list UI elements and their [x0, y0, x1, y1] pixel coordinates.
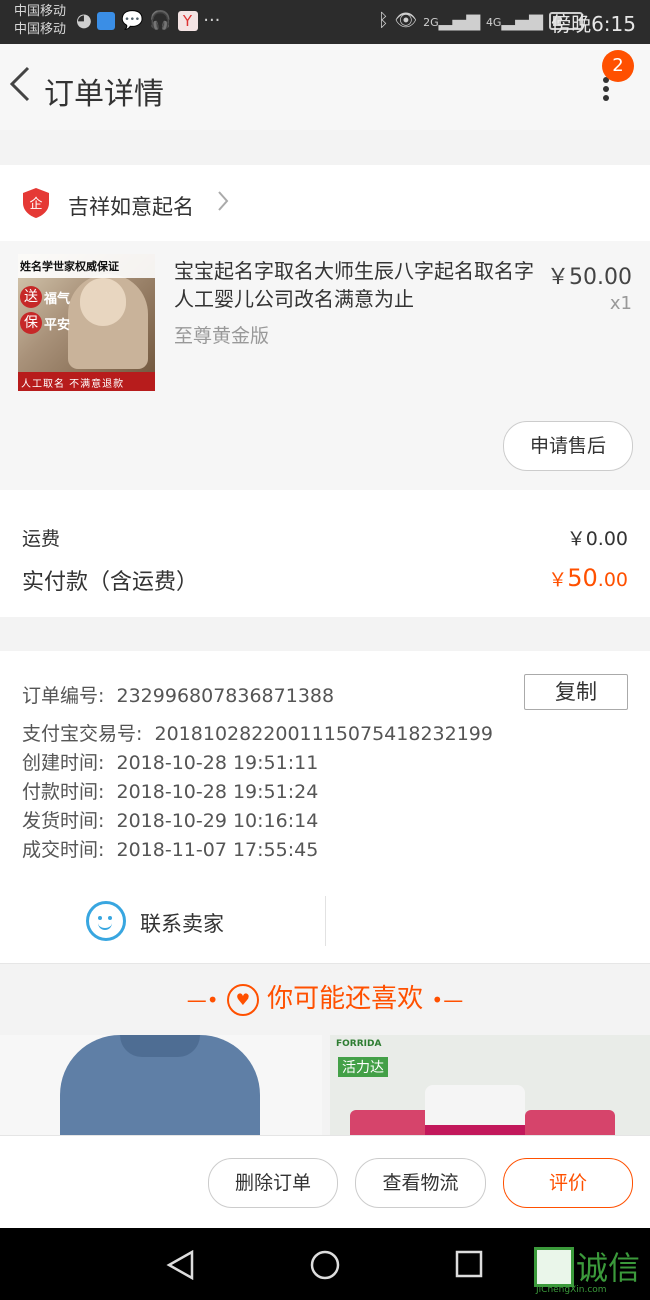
recommend-title-row: —• ♥ 你可能还喜欢 •— — [0, 978, 650, 1016]
paid-time-row: 付款时间: 2018-10-28 19:51:24 — [22, 777, 318, 804]
signal-bars-2-icon: ▂▄▆ — [501, 10, 543, 31]
watermark-seal-icon — [534, 1247, 574, 1287]
more-notifications-icon: ··· — [203, 10, 221, 31]
paid-label: 实付款（含运费） — [22, 570, 199, 595]
order-number-value: 232996807836871388 — [116, 685, 335, 707]
paid-time-label: 付款时间: — [22, 781, 105, 803]
alipay-trade-label: 支付宝交易号: — [22, 723, 143, 745]
paid-value: ￥50.00 — [548, 564, 628, 592]
status-bar: 中国移动 中国移动 ◕ 💬 🎧 Y ··· ᛒ 👁 2G▂▄▆ 4G▂▄▆ 傍晚… — [0, 0, 650, 44]
back-button[interactable] — [8, 64, 38, 104]
bluetooth-icon: ᛒ — [378, 10, 389, 31]
completed-time-label: 成交时间: — [22, 839, 105, 861]
headset-icon: 🎧 — [149, 10, 172, 31]
shipping-label: 运费 — [22, 528, 61, 550]
copy-button[interactable]: 复制 — [524, 674, 628, 710]
recents-square-icon[interactable] — [455, 1250, 483, 1278]
order-item[interactable]: 姓名学世家权威保证 送 福气 保 平安 人工取名 不满意退款 宝宝起名字取名大师… — [0, 241, 650, 490]
alipay-trade-row: 支付宝交易号: 2018102822001115075418232199 — [22, 719, 493, 746]
thumb-text-1: 送 — [20, 286, 42, 308]
fees-section: 运费 ￥0.00 实付款（含运费） ￥50.00 — [0, 490, 650, 617]
thumb-banner: 姓名学世家权威保证 — [20, 260, 119, 273]
thumb-text-3: 保 — [20, 312, 42, 334]
created-time-row: 创建时间: 2018-10-28 19:51:11 — [22, 748, 318, 775]
right-arrow-decoration: •— — [431, 988, 464, 1012]
thumb-text-2: 福气 — [44, 292, 71, 307]
product-2-brand-cn: 活力达 — [338, 1057, 388, 1077]
item-quantity: x1 — [609, 293, 632, 314]
shipped-time-row: 发货时间: 2018-10-29 10:16:14 — [22, 806, 318, 833]
shield-app-icon — [97, 12, 116, 30]
watermark-logo: 诚信 JiChengXin.com — [532, 1243, 650, 1298]
order-number-row: 订单编号: 232996807836871388 — [22, 681, 334, 708]
recommend-header: —• ♥ 你可能还喜欢 •— — [0, 963, 650, 1036]
review-button[interactable]: 评价 — [503, 1158, 633, 1208]
back-triangle-icon[interactable] — [166, 1250, 196, 1280]
more-dot-icon — [603, 95, 609, 101]
top-bar: 订单详情 2 — [0, 44, 650, 130]
home-circle-icon[interactable] — [310, 1250, 340, 1280]
created-time-label: 创建时间: — [22, 752, 105, 774]
watermark-cn: 诚信 — [576, 1249, 641, 1287]
signal-bars-1-icon: ▂▄▆ — [438, 10, 481, 31]
signal-2-icon: 4G — [485, 16, 502, 29]
delete-order-button[interactable]: 删除订单 — [208, 1158, 338, 1208]
contact-seller-button[interactable]: 联系卖家 — [0, 896, 325, 946]
chevron-right-icon — [218, 191, 229, 211]
store-name: 吉祥如意起名 — [68, 195, 194, 219]
shipped-time-value: 2018-10-29 10:16:14 — [116, 810, 319, 832]
page-title: 订单详情 — [44, 77, 164, 112]
product-thumbnail[interactable]: 姓名学世家权威保证 送 福气 保 平安 人工取名 不满意退款 — [18, 254, 155, 391]
jar-right — [525, 1110, 615, 1135]
paid-decimal: .00 — [597, 569, 628, 591]
item-title[interactable]: 宝宝起名字取名大师生辰八字起名取名字人工婴儿公司改名满意为止 — [174, 257, 534, 313]
item-price: ￥50.00 — [547, 265, 632, 290]
product-2-brand: FORRIDA — [336, 1039, 382, 1049]
carrier-info: 中国移动 中国移动 — [14, 3, 66, 39]
left-arrow-decoration: —• — [186, 988, 219, 1012]
item-sku: 至尊黄金版 — [174, 325, 270, 347]
carrier-1: 中国移动 — [14, 4, 67, 19]
chat-icon: 💬 — [121, 10, 144, 31]
paid-currency: ￥ — [548, 569, 568, 591]
heart-icon: ♥ — [226, 983, 259, 1016]
watermark-en: JiChengXin.com — [536, 1285, 607, 1295]
carrier-2: 中国移动 — [14, 22, 67, 37]
created-time-value: 2018-10-28 19:51:11 — [116, 752, 319, 774]
completed-time-value: 2018-11-07 17:55:45 — [116, 839, 319, 861]
svg-text:企: 企 — [29, 196, 42, 212]
contact-seller-label: 联系卖家 — [140, 912, 224, 936]
recommend-title: 你可能还喜欢 — [267, 984, 424, 1014]
recommended-product-2[interactable]: FORRIDA 活力达 — [330, 1035, 650, 1135]
thumb-footer: 人工取名 不满意退款 — [21, 379, 125, 390]
paid-int: 50 — [567, 564, 598, 592]
contact-bar: 联系卖家 — [0, 896, 650, 963]
shipping-value: ￥0.00 — [566, 528, 628, 550]
bottom-action-bar: 删除订单 查看物流 评价 — [0, 1135, 650, 1229]
clock: 傍晚6:15 — [551, 12, 636, 36]
recommended-product-1[interactable] — [0, 1035, 322, 1135]
sweater-collar — [120, 1035, 200, 1057]
thumb-text-4: 平安 — [44, 318, 71, 333]
completed-time-row: 成交时间: 2018-11-07 17:55:45 — [22, 835, 318, 862]
store-shield-icon: 企 — [23, 188, 49, 218]
notification-badge: 2 — [602, 50, 634, 82]
chevron-left-icon — [9, 66, 30, 102]
paid-time-value: 2018-10-28 19:51:24 — [116, 781, 319, 803]
store-row[interactable]: 企 吉祥如意起名 — [0, 165, 650, 241]
notification-icons: ◕ 💬 🎧 Y ··· — [76, 10, 220, 31]
eye-icon: 👁 — [394, 10, 418, 31]
chat-bubble-icon — [86, 901, 126, 941]
shipped-time-label: 发货时间: — [22, 810, 105, 832]
app-icon: ◕ — [76, 10, 92, 31]
view-logistics-button[interactable]: 查看物流 — [355, 1158, 486, 1208]
after-sale-button[interactable]: 申请售后 — [503, 421, 633, 471]
alipay-trade-value: 2018102822001115075418232199 — [154, 723, 493, 745]
more-dot-icon — [603, 86, 609, 92]
divider — [325, 896, 326, 946]
signal-1-icon: 2G — [423, 16, 439, 29]
yen-icon: Y — [177, 11, 198, 31]
order-number-label: 订单编号: — [22, 685, 105, 707]
jar-center-label — [425, 1125, 525, 1135]
